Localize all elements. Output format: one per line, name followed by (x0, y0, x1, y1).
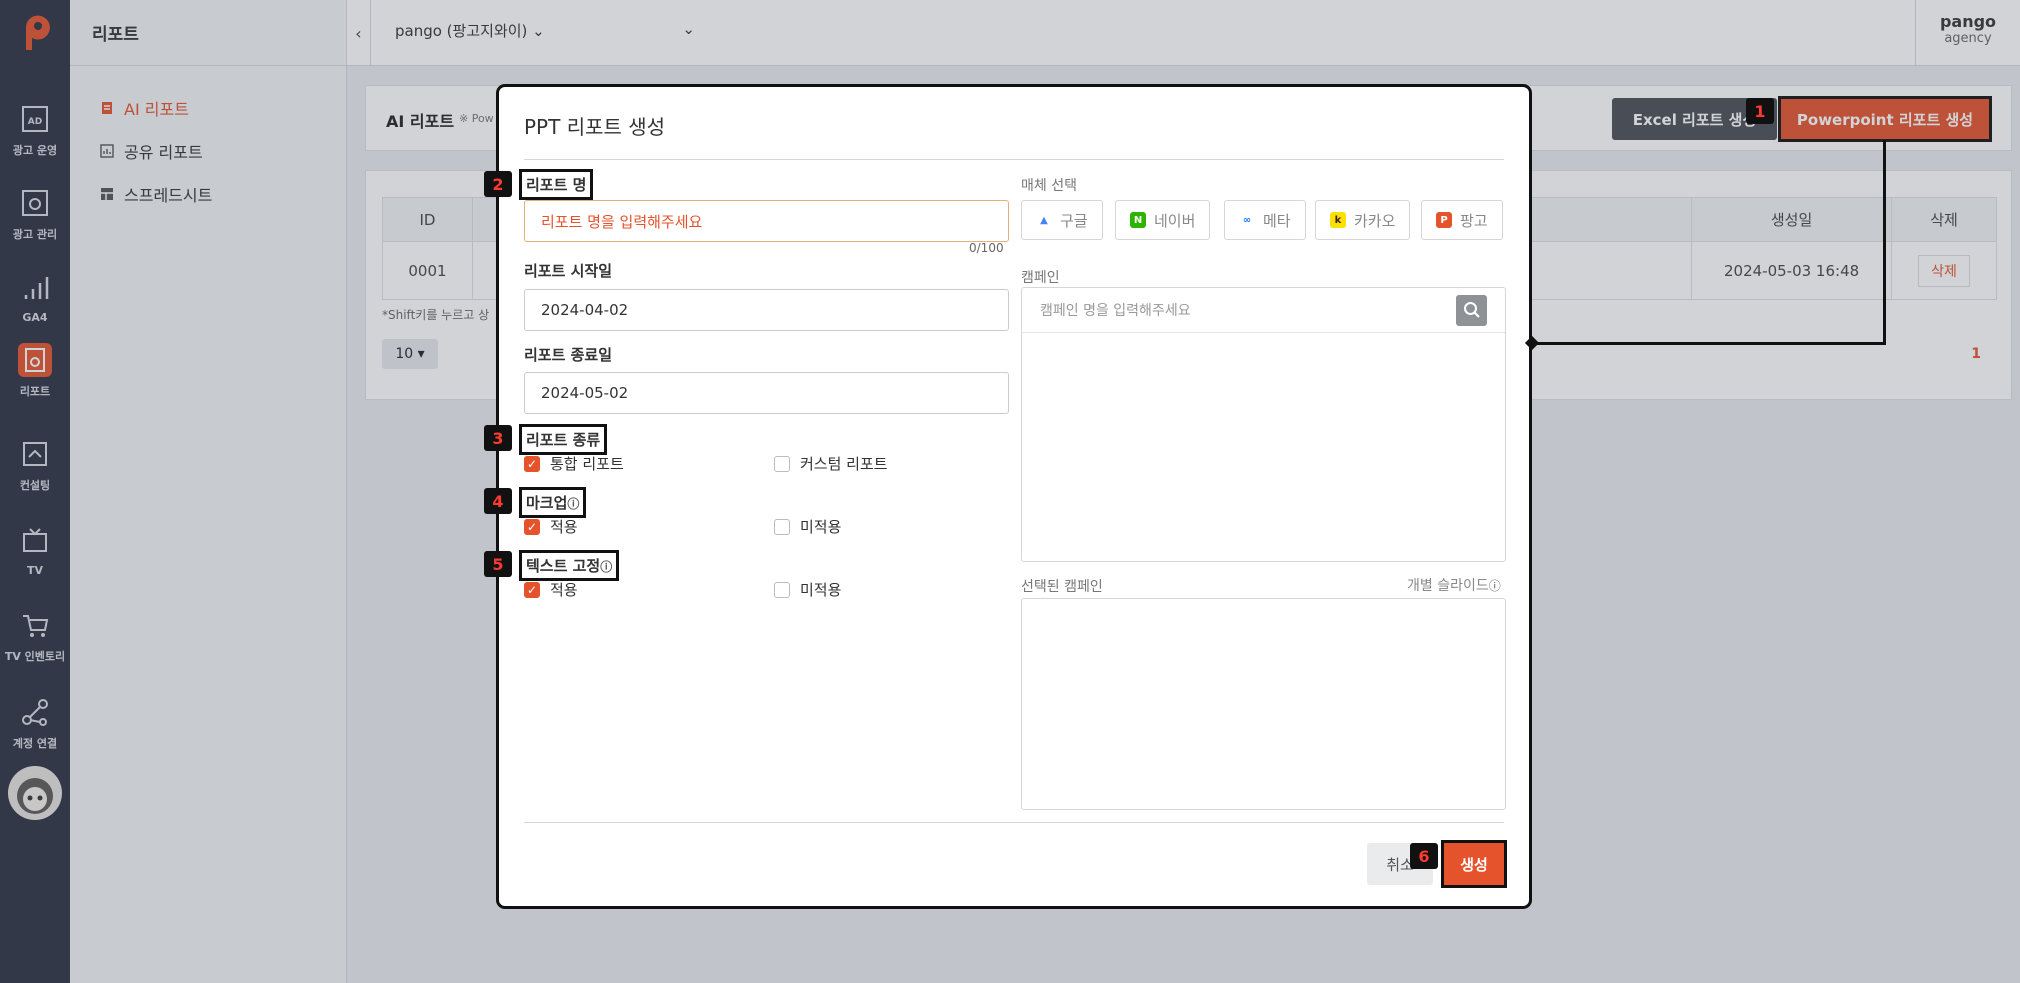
individual-slide-text: 개별 슬라이드 (1407, 578, 1489, 594)
annotation-badge: 5 (484, 551, 512, 577)
meta-icon: ∞ (1239, 212, 1255, 228)
annotation-connector (1532, 342, 1886, 345)
media-kakao-button[interactable]: k 카카오 (1315, 200, 1411, 240)
annotation-badge: 1 (1746, 98, 1774, 124)
ppt-report-modal: PPT 리포트 생성 리포트 명 리포트 명을 입력해주세요 0/100 리포트… (496, 84, 1532, 909)
text-fix-label: 텍스트 고정ⓘ (518, 550, 620, 581)
type-custom-checkbox[interactable]: 커스텀 리포트 (774, 453, 888, 474)
campaign-search-input[interactable]: 캠페인 명을 입력해주세요 (1040, 300, 1191, 320)
checkbox-label: 적용 (550, 581, 578, 599)
media-label-text: 구글 (1060, 211, 1088, 230)
naver-icon: N (1130, 212, 1146, 228)
checkbox-label: 미적용 (800, 518, 842, 536)
annotation-badge: 2 (484, 171, 512, 197)
campaign-label: 캠페인 (1021, 270, 1060, 286)
selected-campaign-label: 선택된 캠페인 (1021, 579, 1103, 595)
markup-label: 마크업ⓘ (518, 487, 587, 518)
checkbox-label: 적용 (550, 518, 578, 536)
check-icon: ✓ (524, 581, 540, 598)
media-meta-button[interactable]: ∞ 메타 (1224, 200, 1306, 240)
media-label-text: 네이버 (1154, 211, 1196, 230)
type-integrated-checkbox[interactable]: ✓ 통합 리포트 (524, 453, 624, 474)
google-icon: ▲ (1036, 212, 1052, 228)
start-date-label: 리포트 시작일 (524, 262, 613, 280)
checkbox-icon (774, 455, 790, 472)
campaign-list: 캠페인 명을 입력해주세요 (1021, 287, 1506, 562)
checkbox-label: 미적용 (800, 581, 842, 599)
annotation-connector (1883, 140, 1886, 345)
checkbox-label: 커스텀 리포트 (800, 455, 888, 473)
markup-label-text: 마크업 (526, 494, 568, 512)
annotation-badge: 4 (484, 488, 512, 514)
annotation-badge: 3 (484, 425, 512, 451)
campaign-search: 캠페인 명을 입력해주세요 (1022, 288, 1505, 333)
info-icon[interactable]: ⓘ (567, 497, 579, 511)
char-count: 0/100 (969, 241, 1004, 255)
report-type-label: 리포트 종류 (518, 424, 608, 455)
report-name-label: 리포트 명 (518, 169, 594, 200)
search-button[interactable] (1456, 294, 1487, 326)
search-icon (1463, 302, 1480, 318)
checkbox-icon (774, 518, 790, 535)
selected-campaign-list (1021, 598, 1506, 810)
markup-none-checkbox[interactable]: 미적용 (774, 516, 841, 537)
media-naver-button[interactable]: N 네이버 (1115, 200, 1211, 240)
app-root: AD 광고 운영 광고 관리 GA4 리포트 컨설팅 TV TV 인벤토리 계정… (0, 0, 2020, 983)
report-name-input[interactable]: 리포트 명을 입력해주세요 (524, 200, 1009, 242)
modal-divider (524, 159, 1504, 160)
media-label-text: 팡고 (1460, 211, 1488, 230)
media-label: 매체 선택 (1021, 178, 1077, 194)
individual-slide-label: 개별 슬라이드ⓘ (1407, 575, 1501, 595)
annotation-badge: 6 (1410, 843, 1438, 869)
media-label-text: 메타 (1263, 211, 1291, 230)
media-pango-button[interactable]: P 팡고 (1421, 200, 1503, 240)
start-date-input[interactable]: 2024-04-02 (524, 289, 1009, 331)
checkbox-icon (774, 581, 790, 598)
end-date-label: 리포트 종료일 (524, 346, 613, 364)
modal-title: PPT 리포트 생성 (524, 115, 666, 139)
checkbox-label: 통합 리포트 (550, 455, 624, 473)
textfix-none-checkbox[interactable]: 미적용 (774, 579, 841, 600)
markup-apply-checkbox[interactable]: ✓ 적용 (524, 516, 578, 537)
create-button[interactable]: 생성 (1441, 840, 1507, 888)
end-date-input[interactable]: 2024-05-02 (524, 372, 1009, 414)
media-google-button[interactable]: ▲ 구글 (1021, 200, 1103, 240)
textfix-apply-checkbox[interactable]: ✓ 적용 (524, 579, 578, 600)
check-icon: ✓ (524, 455, 540, 472)
pango-icon: P (1436, 212, 1452, 228)
text-fix-label-text: 텍스트 고정 (526, 557, 601, 575)
media-label-text: 카카오 (1354, 211, 1396, 230)
modal-footer-divider (524, 822, 1504, 823)
info-icon[interactable]: ⓘ (600, 560, 612, 574)
kakao-icon: k (1330, 212, 1346, 228)
info-icon[interactable]: ⓘ (1489, 579, 1501, 593)
check-icon: ✓ (524, 518, 540, 535)
